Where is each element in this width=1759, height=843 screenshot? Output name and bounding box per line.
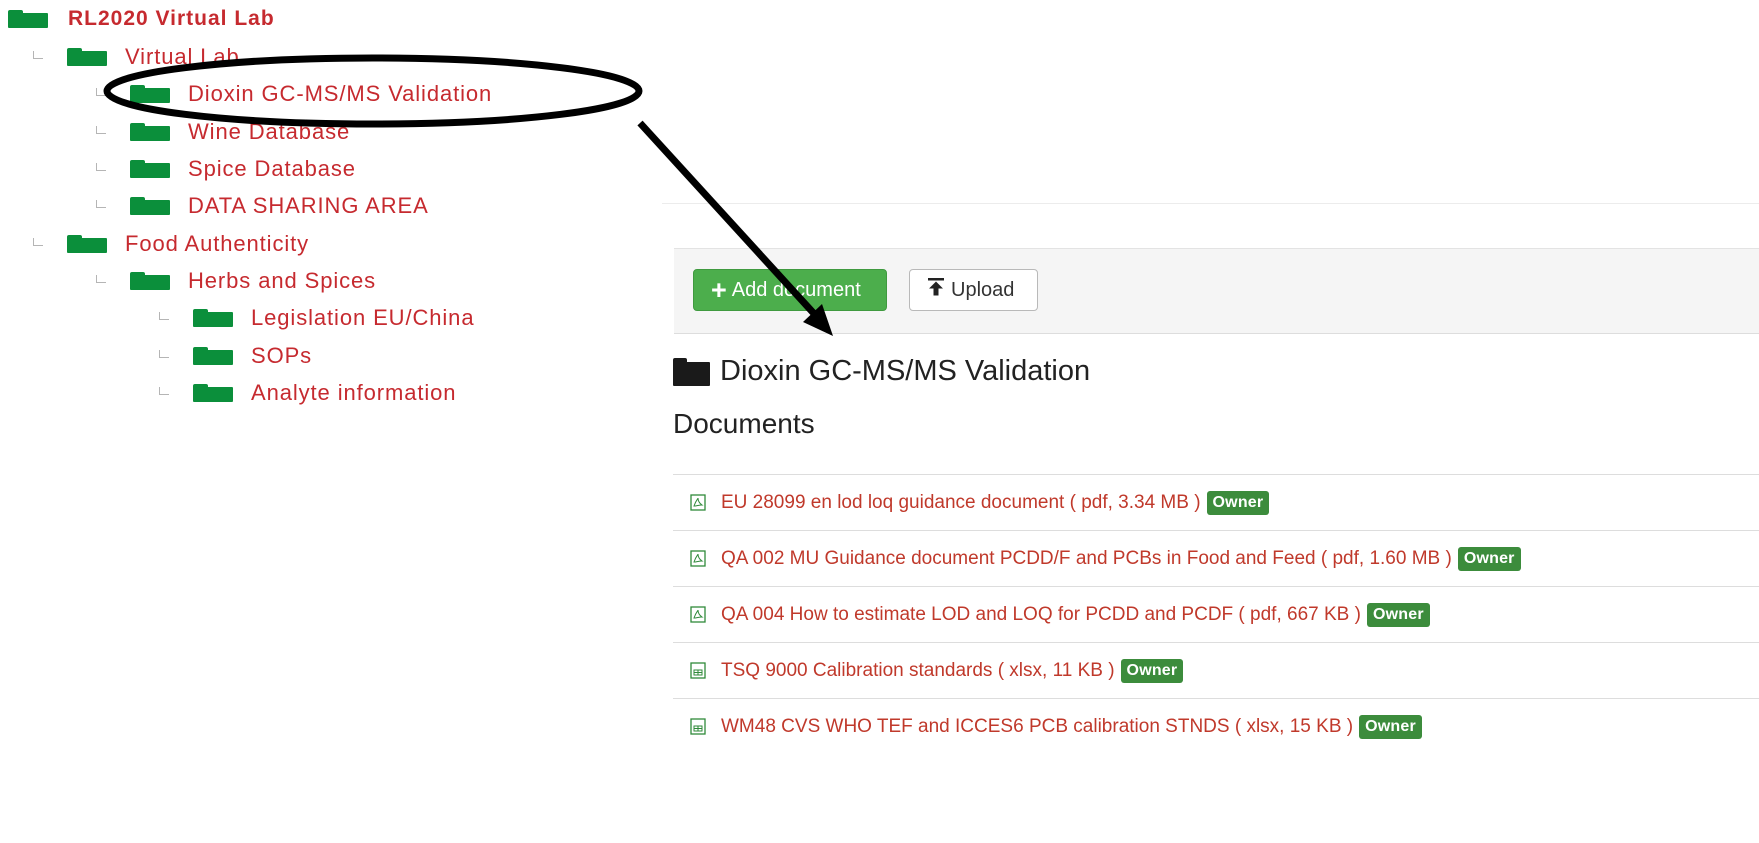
- plus-icon: +: [711, 274, 727, 305]
- owner-badge: Owner: [1457, 546, 1521, 571]
- upload-icon: [928, 278, 944, 302]
- tree-connector: [96, 88, 106, 96]
- document-row[interactable]: WM48 CVS WHO TEF and ICCES6 PCB calibrat…: [673, 698, 1759, 754]
- tree-connector: [159, 312, 169, 320]
- folder-icon: [67, 48, 107, 66]
- pdf-file-icon: [690, 494, 706, 511]
- tree-connector: [33, 51, 43, 59]
- document-row[interactable]: QA 004 How to estimate LOD and LOQ for P…: [673, 586, 1759, 642]
- toolbar: + Add document Upload: [674, 248, 1759, 334]
- tree-item-label: DATA SHARING AREA: [188, 193, 429, 218]
- folder-icon: [193, 347, 233, 365]
- tree-connector: [159, 350, 169, 358]
- tree-connector: [96, 163, 106, 171]
- tree-item-herbs-and-spices[interactable]: Herbs and Spices: [96, 268, 376, 294]
- pdf-file-icon: [690, 550, 706, 567]
- tree-item-sops[interactable]: SOPs: [159, 343, 312, 369]
- upload-button[interactable]: Upload: [909, 269, 1038, 311]
- tree-item-label: SOPs: [251, 343, 313, 368]
- folder-icon: [130, 123, 170, 141]
- tree-item-label: Herbs and Spices: [188, 268, 377, 293]
- tree-item-legislation[interactable]: Legislation EU/China: [159, 305, 474, 331]
- folder-icon: [130, 85, 170, 103]
- documents-heading: Documents: [673, 408, 815, 439]
- folder-open-icon: [673, 357, 710, 386]
- tree-connector: [96, 200, 106, 208]
- folder-icon: [130, 272, 170, 290]
- tree-item-wine-database[interactable]: Wine Database: [96, 119, 350, 145]
- spreadsheet-file-icon: [690, 662, 706, 679]
- document-link[interactable]: EU 28099 en lod loq guidance document ( …: [721, 492, 1201, 514]
- document-row[interactable]: EU 28099 en lod loq guidance document ( …: [673, 474, 1759, 530]
- tree-item-spice-database[interactable]: Spice Database: [96, 156, 356, 182]
- tree-item-label: Wine Database: [188, 119, 351, 144]
- tree-item-virtual-lab[interactable]: Virtual Lab: [33, 44, 240, 70]
- owner-badge: Owner: [1206, 490, 1270, 515]
- owner-badge: Owner: [1366, 602, 1430, 627]
- folder-icon: [193, 384, 233, 402]
- owner-badge: Owner: [1120, 658, 1184, 683]
- divider: [662, 203, 1759, 204]
- document-link[interactable]: WM48 CVS WHO TEF and ICCES6 PCB calibrat…: [721, 716, 1353, 738]
- tree-item-label: Dioxin GC-MS/MS Validation: [188, 81, 493, 106]
- folder-icon: [193, 309, 233, 327]
- tree-item-label: Virtual Lab: [125, 44, 240, 69]
- tree-connector: [33, 238, 43, 246]
- folder-title-text: Dioxin GC-MS/MS Validation: [720, 355, 1091, 387]
- spreadsheet-file-icon: [690, 718, 706, 735]
- tree-item-food-authenticity[interactable]: Food Authenticity: [33, 231, 309, 257]
- folder-icon: [8, 10, 48, 28]
- pdf-file-icon: [690, 606, 706, 623]
- tree-item-label: Spice Database: [188, 156, 356, 181]
- folder-icon: [67, 235, 107, 253]
- tree-root-label: RL2020 Virtual Lab: [68, 7, 275, 30]
- tree-connector: [159, 387, 169, 395]
- upload-label: Upload: [951, 278, 1015, 301]
- tree-item-label: Analyte information: [251, 380, 457, 405]
- folder-title: Dioxin GC-MS/MS Validation: [673, 355, 1090, 388]
- tree-item-dioxin[interactable]: Dioxin GC-MS/MS Validation: [96, 81, 492, 107]
- folder-icon: [130, 197, 170, 215]
- tree-connector: [96, 275, 106, 283]
- tree-item-analyte-information[interactable]: Analyte information: [159, 380, 456, 406]
- folder-icon: [130, 160, 170, 178]
- document-row[interactable]: TSQ 9000 Calibration standards ( xlsx, 1…: [673, 642, 1759, 698]
- tree-root[interactable]: RL2020 Virtual Lab: [8, 7, 275, 31]
- document-link[interactable]: TSQ 9000 Calibration standards ( xlsx, 1…: [721, 660, 1115, 682]
- tree-connector: [96, 126, 106, 134]
- owner-badge: Owner: [1359, 714, 1422, 739]
- document-row[interactable]: QA 002 MU Guidance document PCDD/F and P…: [673, 530, 1759, 586]
- document-link[interactable]: QA 004 How to estimate LOD and LOQ for P…: [721, 604, 1361, 626]
- tree-item-label: Food Authenticity: [125, 231, 310, 256]
- tree-item-label: Legislation EU/China: [251, 305, 475, 330]
- document-link[interactable]: QA 002 MU Guidance document PCDD/F and P…: [721, 548, 1452, 570]
- document-list: EU 28099 en lod loq guidance document ( …: [673, 474, 1759, 754]
- tree-item-data-sharing-area[interactable]: DATA SHARING AREA: [96, 193, 429, 219]
- add-document-button[interactable]: + Add document: [693, 269, 887, 311]
- add-document-label: Add document: [731, 278, 861, 301]
